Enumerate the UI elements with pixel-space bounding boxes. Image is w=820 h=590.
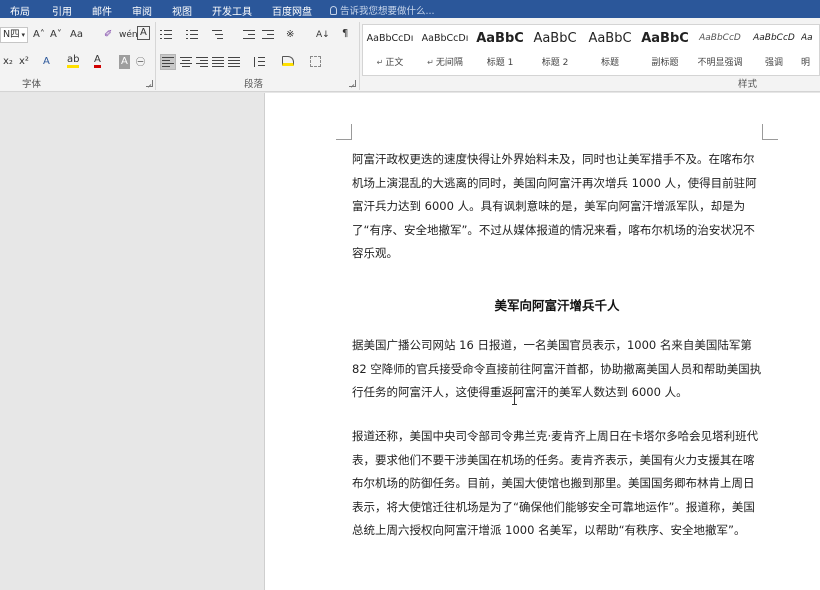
paragraph-1[interactable]: 阿富汗政权更迭的速度快得让外界始料未及，同时也让美军措手不及。在喀布尔机场上演混… (352, 148, 762, 266)
style-name: 标题 1 (486, 58, 514, 68)
tab-view[interactable]: 视图 (172, 3, 192, 18)
tab-layout[interactable]: 布局 (10, 3, 30, 18)
subscript-button[interactable]: x₂ (3, 55, 13, 69)
i-beam-cursor-icon (512, 393, 517, 405)
style-name: 标题 (600, 58, 619, 68)
style-title[interactable]: AaBbC 标题 (583, 25, 637, 75)
sort-button[interactable]: A↓ (316, 28, 330, 42)
change-case-button[interactable]: Aa (70, 28, 83, 42)
borders-icon[interactable] (310, 56, 321, 67)
align-right-icon[interactable] (196, 57, 208, 67)
style-sample: AaBbC (588, 31, 632, 46)
grow-font-button[interactable]: A˄ (33, 28, 45, 42)
bullets-icon[interactable] (160, 29, 172, 39)
style-sample: AaBbC (476, 31, 524, 46)
style-emphasis[interactable]: AaBbCcD 强调 (748, 25, 800, 75)
highlight-button[interactable]: ab (67, 55, 80, 68)
style-name: 明 (801, 58, 811, 68)
ribbon-tab-bar: 布局 引用 邮件 审阅 视图 开发工具 百度网盘 告诉我您想要做什么... (0, 0, 820, 18)
distributed-icon[interactable] (228, 57, 240, 67)
group-divider (359, 22, 360, 90)
style-sample: AaBbCcDı (421, 33, 469, 44)
character-border-button[interactable]: A (137, 26, 150, 40)
ribbon: N四 ▾ A˄ A˅ Aa ✐ wén A x₂ x² A ab A A ㊀ 字体 (0, 18, 820, 92)
style-heading-1[interactable]: AaBbC 标题 1 (473, 25, 527, 75)
align-center-icon[interactable] (180, 57, 192, 67)
font-dialog-launcher-icon[interactable] (146, 80, 153, 87)
tab-review[interactable]: 审阅 (132, 3, 152, 18)
chevron-down-icon: ▾ (21, 31, 25, 39)
section-heading[interactable]: 美军向阿富汗增兵千人 (352, 295, 762, 314)
group-divider (155, 22, 156, 90)
tab-mailings[interactable]: 邮件 (92, 3, 112, 18)
paragraph-dialog-launcher-icon[interactable] (349, 80, 356, 87)
style-sample: AaBbCcDı (366, 33, 414, 44)
clear-formatting-button[interactable]: ✐ (104, 28, 112, 42)
styles-gallery: AaBbCcDı ↵ 正文 AaBbCcDı ↵ 无间隔 AaBbC 标题 1 Aa… (362, 24, 820, 76)
navigation-pane (0, 93, 265, 590)
shrink-font-button[interactable]: A˅ (50, 28, 62, 42)
text-effects-button[interactable]: A (43, 55, 50, 69)
style-name: 副标题 (651, 58, 679, 68)
style-name: 不明显强调 (697, 58, 743, 68)
align-left-icon[interactable] (162, 57, 174, 67)
style-sample: AaBbCcD (753, 33, 795, 43)
tab-developer[interactable]: 开发工具 (212, 3, 252, 18)
style-name: 强调 (764, 58, 783, 68)
margin-corner-marker (336, 124, 352, 140)
style-name: ↵ 正文 (376, 58, 404, 68)
paragraph-group-label: 段落 (244, 79, 264, 90)
character-shading-button[interactable]: A (119, 55, 130, 69)
font-color-button[interactable]: A (94, 55, 101, 68)
line-spacing-icon[interactable] (253, 57, 265, 67)
decrease-indent-icon[interactable] (243, 29, 255, 39)
superscript-button[interactable]: x² (19, 55, 29, 69)
font-size-value: N四 (3, 29, 20, 40)
style-subtitle[interactable]: AaBbC 副标题 (638, 25, 692, 75)
style-sample: AaBbCcD (699, 33, 741, 43)
font-size-select[interactable]: N四 ▾ (0, 27, 28, 43)
shading-icon[interactable] (282, 56, 294, 66)
word-window: 布局 引用 邮件 审阅 视图 开发工具 百度网盘 告诉我您想要做什么... N四… (0, 0, 820, 590)
tell-me-box[interactable]: 告诉我您想要做什么... (330, 3, 435, 17)
style-sample: AaBbC (641, 31, 689, 46)
margin-corner-marker (762, 124, 778, 140)
multilevel-list-icon[interactable] (212, 29, 224, 39)
justify-icon[interactable] (212, 57, 224, 67)
paragraph-3[interactable]: 报道还称，美国中央司令部司令弗兰克·麦肯齐上周日在卡塔尔多哈会见塔利班代表，要求… (352, 425, 762, 543)
increase-indent-icon[interactable] (262, 29, 274, 39)
tab-baidu-netdisk[interactable]: 百度网盘 (272, 3, 312, 18)
style-more[interactable]: Aa 明 (801, 25, 820, 75)
tab-references[interactable]: 引用 (52, 3, 72, 18)
style-name: ↵ 无间隔 (427, 58, 463, 68)
style-sample: AaBbC (533, 31, 577, 46)
style-subtle-emphasis[interactable]: AaBbCcD 不明显强调 (693, 25, 747, 75)
enclose-characters-button[interactable]: ㊀ (136, 56, 145, 70)
chinese-layout-button[interactable]: ※ (286, 28, 294, 42)
style-name: 标题 2 (541, 58, 569, 68)
tell-me-text: 告诉我您想要做什么... (340, 6, 435, 17)
style-sample: Aa (801, 33, 813, 43)
styles-group-label: 样式 (738, 79, 758, 90)
paragraph-2[interactable]: 据美国广播公司网站 16 日报道，一名美国官员表示，1000 名来自美国陆军第 … (352, 334, 762, 405)
style-normal[interactable]: AaBbCcDı ↵ 正文 (363, 25, 417, 75)
style-no-spacing[interactable]: AaBbCcDı ↵ 无间隔 (418, 25, 472, 75)
phonetic-guide-button[interactable]: wén (119, 28, 138, 42)
style-heading-2[interactable]: AaBbC 标题 2 (528, 25, 582, 75)
numbering-icon[interactable] (186, 29, 198, 39)
show-paragraph-marks-button[interactable]: ¶ (342, 27, 348, 41)
lightbulb-icon (330, 6, 337, 15)
font-group-label: 字体 (22, 79, 42, 90)
